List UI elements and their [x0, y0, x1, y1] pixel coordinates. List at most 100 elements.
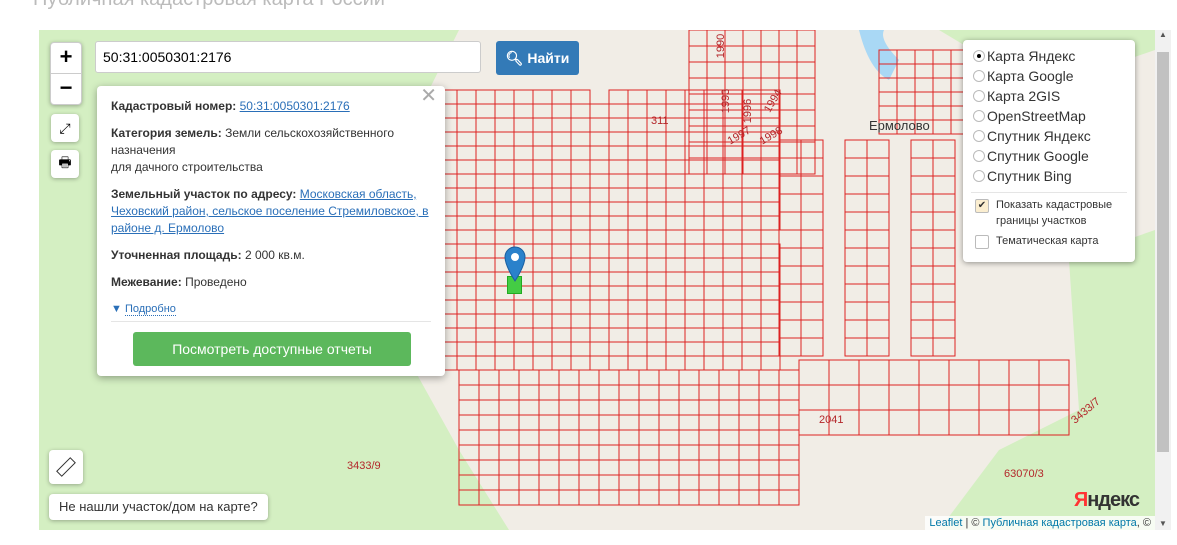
parcel	[498, 399, 520, 416]
fullscreen-icon: ⤢	[59, 119, 71, 136]
parcel	[866, 157, 890, 177]
not-found-button[interactable]: Не нашли участок/дом на карте?	[49, 494, 268, 520]
parcel	[589, 229, 610, 245]
layer-option[interactable]: Спутник Яндекс	[963, 126, 1135, 146]
overlay-option[interactable]: ✔ Показать кадастровые границы участков	[963, 197, 1135, 229]
more-link[interactable]: Подробно	[124, 303, 176, 316]
parcel	[589, 257, 610, 273]
radio-icon[interactable]	[973, 70, 985, 82]
parcel	[918, 384, 950, 411]
parcel	[518, 474, 540, 491]
parcel	[494, 187, 515, 203]
parcel	[551, 117, 572, 133]
parcel	[800, 319, 824, 339]
layer-option[interactable]: Карта Яндекс	[963, 46, 1135, 66]
scroll-up-icon[interactable]: ▲	[1155, 30, 1171, 44]
attribution: Leaflet | © Публичная кадастровая карта,…	[925, 516, 1155, 530]
parcel	[608, 187, 629, 203]
parcel	[458, 384, 480, 401]
parcel	[844, 247, 868, 267]
parcel	[878, 91, 898, 107]
parcel	[494, 341, 515, 357]
pkk-link[interactable]: Публичная кадастровая карта	[983, 517, 1137, 529]
parcel	[627, 341, 648, 357]
parcel	[513, 299, 534, 315]
radio-icon[interactable]	[973, 150, 985, 162]
parcel	[684, 117, 705, 133]
more-toggle[interactable]: ▼ Подробно	[111, 301, 445, 318]
parcel	[741, 313, 762, 329]
zoom-in-button[interactable]: +	[51, 43, 81, 73]
parcel	[722, 243, 743, 259]
parcel	[589, 299, 610, 315]
reports-button[interactable]: Посмотреть доступные отчеты	[133, 332, 411, 366]
parcel	[558, 369, 580, 386]
parcel	[608, 257, 629, 273]
parcel	[570, 117, 591, 133]
parcel	[627, 145, 648, 161]
radio-icon[interactable]	[973, 50, 985, 62]
print-button[interactable]: 🖶	[51, 150, 79, 178]
parcel	[494, 103, 515, 119]
parcel	[678, 444, 700, 461]
parcel	[475, 299, 496, 315]
parcel	[558, 429, 580, 446]
scroll-down-icon[interactable]: ▼	[1155, 519, 1171, 528]
layer-label: Спутник Google	[987, 148, 1089, 164]
checkbox-icon[interactable]	[975, 235, 989, 249]
parcel	[896, 91, 916, 107]
layer-option[interactable]: Карта Google	[963, 66, 1135, 86]
layer-option[interactable]: Спутник Bing	[963, 166, 1135, 186]
parcel	[800, 193, 824, 213]
parcel	[910, 283, 934, 303]
parcel	[551, 131, 572, 147]
map[interactable]: 311 2041 3433/9 63070/3 3433/7 1990 1993…	[39, 30, 1155, 530]
cad-number-link[interactable]: 50:31:0050301:2176	[240, 99, 350, 113]
parcel	[589, 117, 610, 133]
parcel	[738, 459, 760, 476]
parcel	[532, 341, 553, 357]
parcel	[778, 139, 802, 159]
parcel	[684, 327, 705, 343]
search-button[interactable]: 🔍︎ Найти	[496, 41, 579, 75]
parcel	[518, 429, 540, 446]
parcel	[627, 187, 648, 203]
zoom-out-button[interactable]: −	[51, 73, 81, 104]
layer-option[interactable]: OpenStreetMap	[963, 106, 1135, 126]
radio-icon[interactable]	[973, 110, 985, 122]
checkbox-icon[interactable]: ✔	[975, 199, 989, 213]
parcel	[598, 429, 620, 446]
layer-option[interactable]: Спутник Google	[963, 146, 1135, 166]
parcel	[948, 384, 980, 411]
parcel	[918, 409, 950, 436]
parcel	[658, 384, 680, 401]
parcel	[646, 201, 667, 217]
parcel	[646, 159, 667, 175]
parcel	[475, 131, 496, 147]
parcel	[738, 474, 760, 491]
layer-option[interactable]: Карта 2GIS	[963, 86, 1135, 106]
ruler-button[interactable]	[49, 450, 83, 484]
radio-icon[interactable]	[973, 130, 985, 142]
leaflet-link[interactable]: Leaflet	[929, 517, 962, 529]
parcel	[494, 145, 515, 161]
scrollbar-thumb[interactable]	[1157, 52, 1169, 452]
parcel	[532, 243, 553, 259]
parcel	[741, 355, 762, 371]
radio-icon[interactable]	[973, 90, 985, 102]
parcel	[718, 384, 740, 401]
overlay-option[interactable]: Тематическая карта	[963, 233, 1135, 249]
parcel	[778, 157, 802, 177]
parcel	[844, 193, 868, 213]
scrollbar[interactable]: ▲ ▼	[1155, 30, 1171, 530]
parcel	[608, 145, 629, 161]
parcel	[608, 271, 629, 287]
parcel	[866, 193, 890, 213]
fullscreen-button[interactable]: ⤢	[51, 114, 79, 142]
parcel	[558, 384, 580, 401]
parcel	[551, 145, 572, 161]
search-input[interactable]	[95, 41, 481, 73]
close-icon[interactable]: ✕	[420, 86, 437, 106]
parcel	[741, 327, 762, 343]
radio-icon[interactable]	[973, 170, 985, 182]
